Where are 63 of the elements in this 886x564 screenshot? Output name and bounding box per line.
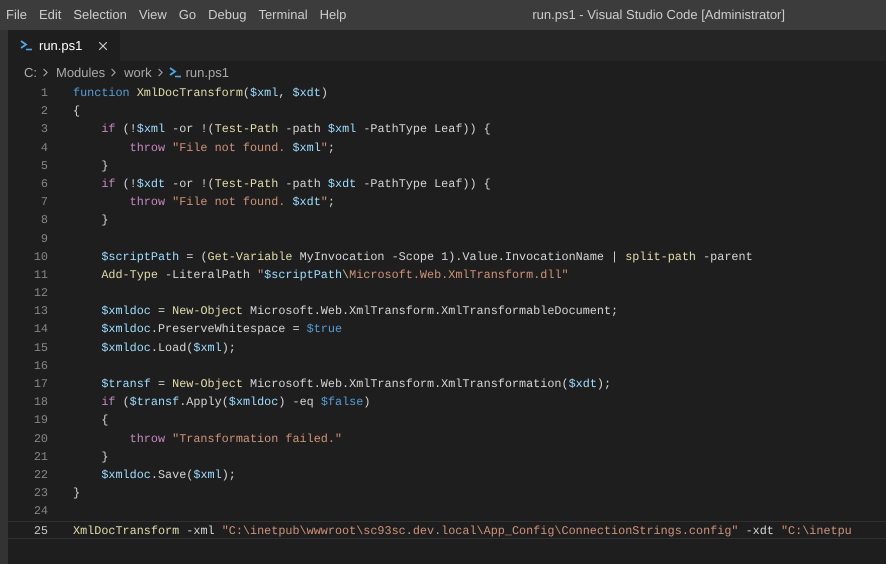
code-line: $transf = New-Object Microsoft.Web.XmlTransform.XmlTransformation($xdt);	[100, 376, 612, 393]
line-number: 18	[32, 394, 48, 412]
code-line: {	[73, 103, 80, 120]
line-number: 5	[40, 158, 48, 175]
terminal-prompt-icon	[168, 67, 182, 78]
breadcrumb-item[interactable]: run.ps1	[186, 62, 229, 82]
code-line: if ($transf.Apply($xmldoc) -eq $false)	[100, 394, 370, 412]
line-number: 23	[32, 485, 48, 502]
line-number: 1	[40, 85, 48, 102]
line-number: 7	[40, 194, 48, 212]
code-line: if (!$xml -or !(Test-Path -path $xml -PathType Leaf)) {	[100, 121, 491, 138]
code-line: Add-Type -LiteralPath "$scriptPath\Microsoft.Web.XmlTransform.dll"	[100, 266, 569, 284]
code-line: $xmldoc.Save($xml);	[100, 466, 236, 484]
breadcrumb-item[interactable]: C:	[24, 62, 37, 82]
line-number: 21	[32, 448, 48, 466]
menu-item[interactable]: File	[0, 5, 33, 25]
menu-item[interactable]: Help	[314, 5, 352, 25]
line-number: 4	[40, 140, 48, 157]
code-line: throw "Transformation failed."	[128, 430, 342, 448]
line-number: 17	[32, 376, 48, 393]
line-number: 13	[32, 303, 48, 320]
code-line: $xmldoc = New-Object Microsoft.Web.XmlTransform.XmlTransformableDocument;	[100, 303, 618, 320]
line-number: 20	[32, 430, 48, 448]
code-line: throw "File not found. $xdt";	[128, 194, 335, 212]
menu-item[interactable]: View	[132, 5, 173, 25]
window-title: run.ps1 - Visual Studio Code [Administrator]	[532, 6, 785, 24]
line-number: 24	[32, 503, 48, 520]
code-line: }	[100, 212, 108, 230]
code-line: throw "File not found. $xml";	[128, 140, 335, 157]
line-number: 25	[32, 522, 48, 538]
code-line: $scriptPath = (Get-Variable MyInvocation -Scope 1).Value.InvocationName | split-path -parent	[100, 248, 753, 266]
code-line: {	[100, 412, 108, 430]
breadcrumb-item[interactable]: work	[124, 62, 152, 82]
line-number: 2	[40, 103, 48, 120]
code-line: }	[73, 485, 80, 502]
line-number: 11	[32, 266, 48, 284]
line-number: 9	[40, 230, 48, 248]
line-number: 22	[32, 466, 48, 484]
line-number: 8	[40, 212, 48, 230]
line-number: 6	[40, 176, 48, 193]
line-number: 19	[32, 412, 48, 430]
code-line: function XmlDocTransform($xml, $xdt)	[73, 85, 328, 102]
line-number: 14	[32, 321, 48, 338]
menu-item[interactable]: Go	[172, 5, 202, 25]
tab-label: run.ps1	[39, 36, 82, 55]
menu-item[interactable]: Terminal	[252, 5, 314, 25]
menu-item[interactable]: Selection	[67, 5, 133, 25]
line-number: 16	[32, 358, 48, 375]
code-line: $xmldoc.PreserveWhitespace = $true	[100, 321, 342, 338]
menu-item[interactable]: Edit	[32, 5, 68, 25]
code-line: }	[100, 158, 108, 175]
line-number: 12	[32, 285, 48, 302]
code-line: }	[100, 448, 108, 466]
line-number: 10	[32, 248, 48, 266]
code-line: if (!$xdt -or !(Test-Path -path $xdt -PathType Leaf)) {	[100, 176, 491, 193]
menu-item[interactable]: Debug	[202, 5, 252, 25]
breadcrumb-item[interactable]: Modules	[56, 62, 106, 82]
code-line: $xmldoc.Load($xml);	[100, 340, 236, 357]
line-number: 3	[40, 121, 48, 138]
editor-tab[interactable]: run.ps1	[8, 30, 120, 61]
terminal-prompt-icon	[20, 40, 33, 51]
line-number: 15	[32, 340, 48, 357]
code-line: XmlDocTransform -xml "C:\inetpub\wwwroot\sc93sc.dev.local\App_Config\ConnectionStrings.config" -xdt "C:\inetpu	[73, 522, 852, 538]
